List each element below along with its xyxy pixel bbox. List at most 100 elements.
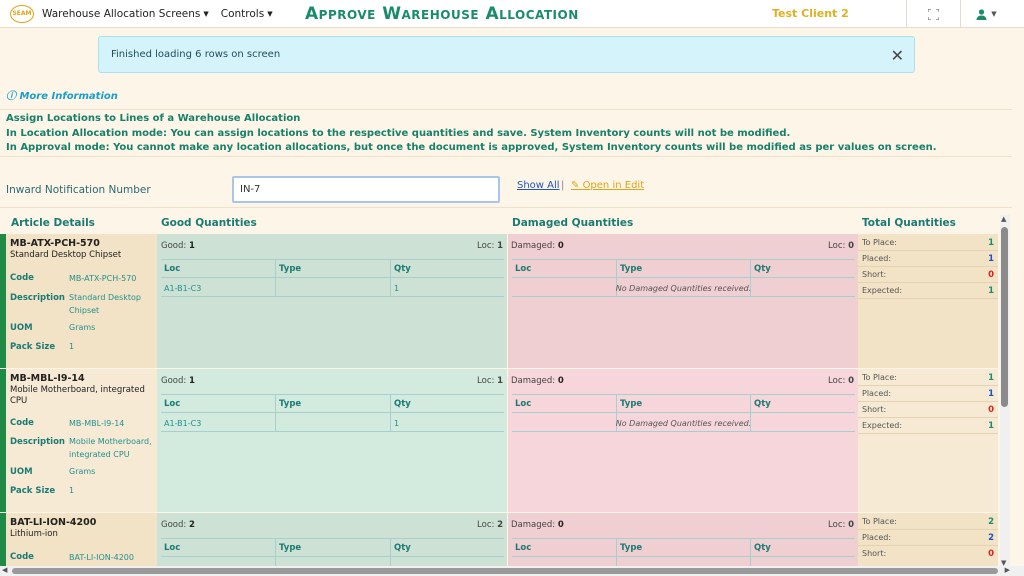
open-in-edit-link[interactable]: ✎ Open in Edit: [571, 180, 644, 191]
instruction-line: In Location Allocation mode: You can ass…: [6, 127, 791, 139]
column-header-article: Article Details: [11, 217, 95, 229]
horizontal-scrollbar[interactable]: ◀ ▶: [0, 566, 1024, 576]
qty-cell: 1: [394, 284, 400, 293]
damaged-locations-table: Loc Type Qty No Damaged Quantities recei…: [512, 259, 855, 297]
to-place-value: 1: [988, 238, 994, 248]
status-alert: Finished loading 6 rows on screen ✕: [98, 36, 915, 73]
expected-label: Expected:: [862, 286, 903, 295]
good-locations-table: Loc Type Qty A1-B1-C3 1: [161, 259, 504, 297]
no-damaged-message: No Damaged Quantities received.: [615, 284, 752, 293]
article-name: Standard Desktop Chipset: [10, 250, 122, 260]
damaged-locations-table: Loc Type Qty No Damaged Quantities recei…: [512, 394, 855, 432]
damaged-value: 0: [557, 520, 564, 530]
short-value: 0: [988, 270, 994, 280]
scrollbar-thumb[interactable]: [1001, 227, 1008, 407]
allocation-row: MB-ATX-PCH-570 Standard Desktop Chipset …: [0, 234, 998, 368]
vertical-scrollbar[interactable]: ▲ ▼: [1000, 215, 1010, 567]
damaged-value: 0: [557, 376, 564, 386]
type-header: Type: [279, 399, 302, 409]
to-place-label: To Place:: [862, 517, 897, 526]
loc-header: Loc: [515, 264, 532, 274]
show-all-link[interactable]: Show All: [517, 180, 560, 191]
link-separator: |: [561, 180, 565, 191]
damaged-count: Damaged: 0: [511, 520, 564, 530]
good-count: Good: 1: [161, 241, 195, 251]
short-value: 0: [988, 405, 994, 415]
type-header: Type: [620, 264, 643, 274]
loc-header: Loc: [515, 399, 532, 409]
divider: [0, 207, 1012, 208]
instruction-line: Assign Locations to Lines of a Warehouse…: [6, 113, 301, 124]
loc-label: Loc:: [828, 376, 846, 386]
scroll-right-icon[interactable]: ▶: [1005, 566, 1010, 574]
placed-value: 1: [988, 254, 994, 264]
description-label: Description: [10, 437, 65, 447]
fullscreen-button[interactable]: [906, 0, 960, 28]
top-navbar: SEAM Warehouse Allocation Screens ▼ Cont…: [0, 0, 1024, 28]
good-label: Good:: [161, 241, 187, 251]
damaged-loc-count: Loc: 0: [828, 376, 854, 386]
good-quantities-panel: Good: 2 Loc: 2 Loc Type Qty: [157, 513, 507, 566]
good-value: 1: [188, 241, 195, 251]
good-loc-count: Loc: 2: [477, 520, 503, 530]
expected-value: 1: [988, 421, 994, 431]
good-count: Good: 2: [161, 520, 195, 530]
qty-header: Qty: [394, 264, 411, 274]
loc-value: 0: [848, 241, 854, 251]
alert-message: Finished loading 6 rows on screen: [111, 49, 281, 60]
description-value: Mobile Motherboard, integrated CPU: [69, 437, 152, 459]
close-icon[interactable]: ✕: [891, 46, 904, 65]
damaged-loc-count: Loc: 0: [828, 520, 854, 530]
good-quantities-panel: Good: 1 Loc: 1 Loc Type Qty A1-B1-C3 1: [157, 234, 507, 368]
good-value: 2: [188, 520, 195, 530]
loc-label: Loc:: [477, 241, 495, 251]
more-information-link[interactable]: ⓘ More Information: [6, 87, 118, 102]
placed-label: Placed:: [862, 389, 892, 398]
damaged-label: Damaged:: [511, 520, 556, 530]
allocation-row: BAT-LI-ION-4200 Lithium-ion Code BAT-LI-…: [0, 513, 998, 566]
loc-value: 0: [848, 520, 854, 530]
page-title: Approve Warehouse Allocation: [305, 4, 579, 24]
good-locations-table: Loc Type Qty A1-B1-C3 1: [161, 394, 504, 432]
loc-value: 1: [497, 376, 503, 386]
controls-menu[interactable]: Controls ▼: [221, 8, 273, 20]
warehouse-allocation-screens-menu[interactable]: Warehouse Allocation Screens ▼: [42, 8, 209, 20]
loc-value: 1: [497, 241, 503, 251]
scroll-up-icon[interactable]: ▲: [1001, 215, 1006, 223]
scroll-left-icon[interactable]: ◀: [2, 566, 7, 574]
column-header-good: Good Quantities: [161, 217, 257, 229]
user-menu-button[interactable]: ▼: [960, 0, 1012, 28]
damaged-count: Damaged: 0: [511, 376, 564, 386]
edit-icon: ✎: [571, 180, 583, 191]
damaged-label: Damaged:: [511, 241, 556, 251]
code-value: MB-MBL-I9-14: [69, 419, 125, 428]
type-header: Type: [279, 543, 302, 553]
total-quantities-panel: To Place: 1 Placed: 1 Short: 0 Expected:…: [858, 369, 998, 512]
article-name: Lithium-ion: [10, 529, 58, 539]
caret-down-icon: ▼: [991, 10, 997, 18]
uom-value: Grams: [69, 323, 96, 332]
user-icon: [976, 8, 987, 20]
loc-label: Loc:: [477, 376, 495, 386]
scrollbar-thumb[interactable]: [12, 568, 998, 574]
code-value: BAT-LI-ION-4200: [69, 553, 134, 562]
client-name: Test Client 2: [772, 7, 849, 20]
short-value: 0: [988, 549, 994, 559]
expected-label: Expected:: [862, 421, 903, 430]
good-count: Good: 1: [161, 376, 195, 386]
damaged-count: Damaged: 0: [511, 241, 564, 251]
uom-label: UOM: [10, 467, 33, 477]
inward-notification-input[interactable]: IN-7: [232, 176, 500, 203]
loc-header: Loc: [515, 543, 532, 553]
code-value: MB-ATX-PCH-570: [69, 274, 137, 283]
short-label: Short:: [862, 405, 887, 414]
loc-label: Loc:: [828, 520, 846, 530]
pack-size-label: Pack Size: [10, 342, 56, 352]
placed-value: 1: [988, 389, 994, 399]
description-value: Standard Desktop Chipset: [69, 293, 141, 315]
damaged-quantities-panel: Damaged: 0 Loc: 0 Loc Type Qty: [508, 513, 858, 566]
good-value: 1: [188, 376, 195, 386]
damaged-quantities-panel: Damaged: 0 Loc: 0 Loc Type Qty No Damage…: [508, 234, 858, 368]
app-logo[interactable]: SEAM: [10, 4, 34, 23]
type-header: Type: [620, 399, 643, 409]
